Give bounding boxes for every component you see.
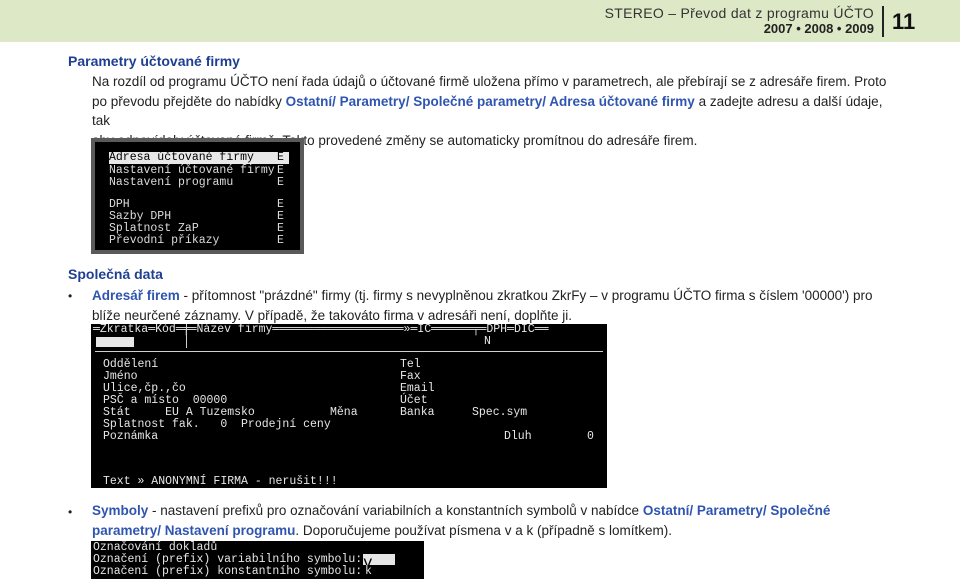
page-number: 11 xyxy=(892,9,916,34)
symbols-link: Symboly xyxy=(92,503,149,518)
bullet2-text2: . Doporučujeme používat písmena v a k (p… xyxy=(295,522,672,538)
column-separator xyxy=(186,324,187,348)
zkratka-input[interactable] xyxy=(96,337,134,347)
spec-symbol-label: Spec.sym xyxy=(472,406,528,419)
settings-path-link: Ostatní/ Parametry/ Společné xyxy=(642,503,831,518)
section1-line1: Na rozdíl od programu ÚČTO není řada úda… xyxy=(92,74,887,89)
menu-item-key: E xyxy=(277,151,284,164)
menu-screen: Adresa účtované firmy E Nastavení účtovan… xyxy=(95,142,300,250)
settings-path-link-2: parametry/ Nastavení programu xyxy=(92,522,296,538)
bullet2-line1: Symboly - nastavení prefixů pro označová… xyxy=(92,501,892,521)
menu-item-label: Nastavení programu xyxy=(109,176,234,189)
menu-item[interactable]: Nastavení programu E xyxy=(109,176,284,189)
dph-value: N xyxy=(484,335,491,348)
menu-screenshot: Adresa účtované firmy E Nastavení účtovan… xyxy=(91,138,304,254)
section-heading-company-params: Parametry účtované firmy xyxy=(68,53,240,69)
address-book-link: Adresář firem xyxy=(92,288,180,303)
address-screenshot: ═Zkratka═Kód═╤═Název firmy══════════════… xyxy=(91,324,607,488)
constant-symbol-input[interactable]: k xyxy=(365,566,372,578)
header-title: STEREO – Převod dat z programu ÚČTO xyxy=(604,5,874,21)
field-label-right: Banka xyxy=(400,406,435,419)
bullet-symbols: Symboly - nastavení prefixů pro označová… xyxy=(92,501,892,540)
section1-line2: po převodu přejděte do nabídky Ostatní/ … xyxy=(92,92,892,131)
bullet2-line2: parametry/ Nastavení programu. Doporučuj… xyxy=(92,521,892,541)
bullet1-text: - přítomnost "prázdné" firmy (tj. firmy … xyxy=(179,288,873,303)
section-heading-shared-data: Společná data xyxy=(68,266,163,282)
debt-value: 0 xyxy=(587,430,594,443)
menu-item-label: Adresa účtované firmy xyxy=(109,151,254,164)
bullet1-line1: Adresář firem - přítomnost "prázdné" fir… xyxy=(92,286,892,306)
menu-path-link: Ostatní/ Parametry/ Společné parametry/ … xyxy=(285,93,695,109)
bullet-address-book: Adresář firem - přítomnost "prázdné" fir… xyxy=(92,286,892,325)
menu-item-label: Převodní příkazy xyxy=(109,234,220,247)
menu-item-selected[interactable]: Adresa účtované firmy E xyxy=(109,152,289,164)
field-label: Poznámka xyxy=(103,430,159,443)
header-rule xyxy=(95,351,603,352)
header-years: 2007 • 2008 • 2009 xyxy=(763,21,874,36)
address-top-bar: ═Zkratka═Kód═╤═Název firmy══════════════… xyxy=(93,324,549,336)
bullet-dot: • xyxy=(68,505,73,519)
menu-item-key: E xyxy=(277,176,284,189)
bullet-dot: • xyxy=(68,289,73,303)
header-divider xyxy=(882,6,884,37)
menu-item-key: E xyxy=(277,234,284,247)
section1-text: po převodu přejděte do nabídky xyxy=(92,93,286,109)
bullet2-text: - nastavení prefixů pro označování varia… xyxy=(148,503,643,518)
menu-item[interactable]: Převodní příkazy E xyxy=(109,234,284,247)
note-text: Text » ANONYMNÍ FIRMA - nerušit!!! xyxy=(103,475,338,488)
symbols-screenshot: Označování dokladů Označení (prefix) var… xyxy=(91,541,424,579)
debt-label: Dluh xyxy=(504,430,532,443)
constant-symbol-label: Označení (prefix) konstantního symbolu: xyxy=(93,565,363,578)
variable-symbol-input[interactable]: v xyxy=(363,554,395,572)
currency-label: Měna xyxy=(330,406,358,419)
bullet1-line2: blíže neurčené záznamy. V případě, že ta… xyxy=(92,307,573,323)
page-header: STEREO – Převod dat z programu ÚČTO 2007… xyxy=(0,0,960,42)
